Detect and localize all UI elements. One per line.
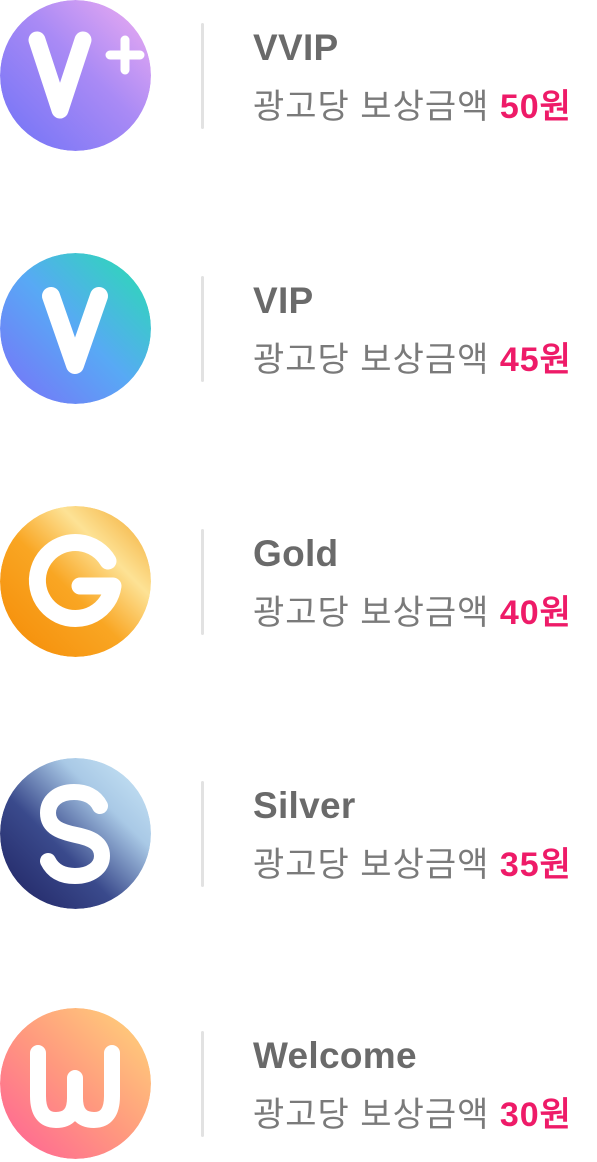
tier-name: Gold [253,533,339,574]
tier-row-silver: Silver 광고당 보상금액 35원 [0,758,597,912]
gold-badge-icon [0,506,151,657]
tier-row-welcome: Welcome 광고당 보상금액 30원 [0,1008,597,1162]
vvip-badge-icon [0,0,151,151]
reward-text: 광고당 보상금액 35원 [253,843,572,887]
tier-name: VVIP [253,27,339,68]
vip-badge-icon [0,253,151,404]
silver-badge-icon [0,758,151,909]
divider [201,276,204,382]
reward-amount: 35원 [499,846,572,884]
reward-amount: 50원 [499,88,572,126]
tier-name: VIP [253,280,314,321]
reward-amount: 40원 [499,594,572,632]
tier-name: Silver [253,785,356,826]
divider [201,1031,204,1137]
divider [201,781,204,887]
reward-amount: 45원 [499,341,572,379]
welcome-badge-icon [0,1008,151,1159]
divider [201,23,204,129]
tier-name: Welcome [253,1035,417,1076]
tier-row-gold: Gold 광고당 보상금액 40원 [0,506,597,660]
reward-label: 광고당 보상금액 [253,1096,490,1134]
reward-text: 광고당 보상금액 30원 [253,1093,572,1137]
reward-label: 광고당 보상금액 [253,594,490,632]
reward-text: 광고당 보상금액 40원 [253,591,572,635]
tier-row-vip: VIP 광고당 보상금액 45원 [0,253,597,407]
reward-label: 광고당 보상금액 [253,341,490,379]
reward-text: 광고당 보상금액 45원 [253,338,572,382]
reward-text: 광고당 보상금액 50원 [253,85,572,129]
divider [201,529,204,635]
tier-row-vvip: VVIP 광고당 보상금액 50원 [0,0,597,154]
reward-amount: 30원 [499,1096,572,1134]
reward-label: 광고당 보상금액 [253,846,490,884]
reward-label: 광고당 보상금액 [253,88,490,126]
